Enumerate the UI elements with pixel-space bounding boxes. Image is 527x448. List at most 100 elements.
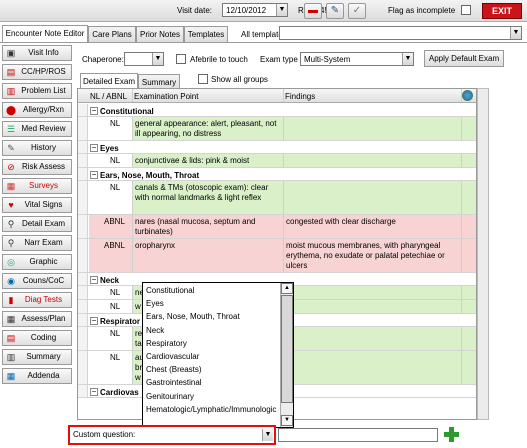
table-row[interactable]: ABNL nares (nasal mucosa, septum and turb… — [78, 215, 476, 239]
finding-cell[interactable] — [283, 351, 461, 384]
pencil-icon[interactable]: ✎ — [326, 3, 344, 19]
finding-cell[interactable] — [283, 327, 461, 350]
afebrile-checkbox[interactable] — [176, 54, 186, 64]
sidebar-item-narr-exam[interactable]: ⚲ Narr Exam — [2, 235, 72, 251]
exam-point-cell[interactable]: general appearance: alert, pleasant, not… — [132, 117, 283, 140]
dropdown-option[interactable]: Eyes — [146, 299, 164, 308]
all-templates-select[interactable] — [279, 26, 522, 40]
collapse-icon[interactable]: − — [90, 144, 98, 152]
sidebar-item-graphic[interactable]: ◎ Graphic — [2, 254, 72, 270]
finding-cell[interactable] — [283, 117, 461, 140]
section-header[interactable]: − Ears, Nose, Mouth, Throat — [78, 168, 476, 181]
tab-encounter-note-editor[interactable]: Encounter Note Editor — [2, 25, 88, 42]
finding-cell[interactable]: moist mucous membranes, with pharyngeal … — [283, 239, 461, 272]
dropdown-option[interactable]: Ears, Nose, Mouth, Throat — [146, 312, 240, 321]
dropdown-scrollbar[interactable]: ▲ ▼ — [280, 283, 293, 427]
globe-icon[interactable] — [462, 90, 473, 101]
dropdown-option[interactable]: Neck — [146, 326, 164, 335]
collapse-icon[interactable]: − — [90, 107, 98, 115]
status-cell[interactable]: NL — [89, 154, 132, 167]
status-cell[interactable]: NL — [89, 300, 132, 313]
finding-cell[interactable] — [283, 286, 461, 299]
sidebar-item-history[interactable]: ✎ History — [2, 140, 72, 156]
dropdown-option[interactable]: Constitutional — [146, 286, 194, 295]
sidebar-item-med-review[interactable]: ☰ Med Review — [2, 121, 72, 137]
finding-cell[interactable] — [283, 154, 461, 167]
status-cell[interactable]: NL — [89, 351, 132, 384]
sidebar-item-coding[interactable]: ▤ Coding — [2, 330, 72, 346]
sidebar-item-visit-info[interactable]: ▣ Visit Info — [2, 45, 72, 61]
sidebar-item-risk-assess[interactable]: ⊘ Risk Assess — [2, 159, 72, 175]
chevron-down-icon[interactable]: ▼ — [262, 429, 273, 441]
tab-prior-notes[interactable]: Prior Notes — [136, 26, 184, 42]
finding-cell[interactable] — [283, 300, 461, 313]
exam-point-cell[interactable]: canals & TMs (otoscopic exam): clear wit… — [132, 181, 283, 214]
sidebar-item-problem-list[interactable]: ▥ Problem List — [2, 83, 72, 99]
section-header[interactable]: − Eyes — [78, 141, 476, 154]
collapse-icon[interactable]: − — [90, 317, 98, 325]
sidebar-item-addenda[interactable]: ▦ Addenda — [2, 368, 72, 384]
chevron-down-icon[interactable]: ▼ — [510, 27, 521, 39]
status-cell[interactable]: NL — [89, 117, 132, 140]
scroll-up-icon[interactable]: ▲ — [281, 283, 293, 294]
dropdown-option[interactable]: Chest (Breasts) — [146, 365, 202, 374]
section-header[interactable]: − Constitutional — [78, 104, 476, 117]
collapse-icon[interactable]: − — [90, 388, 98, 396]
tab-care-plans[interactable]: Care Plans — [88, 26, 136, 42]
sidebar-item-diag-tests[interactable]: ▮ Diag Tests — [2, 292, 72, 308]
dropdown-option[interactable]: Hematologic/Lymphatic/Immunologic — [146, 405, 276, 414]
sidebar-item-allergy-rxn[interactable]: ⬤ Allergy/Rxn — [2, 102, 72, 118]
exam-type-select[interactable]: Multi-System — [300, 52, 414, 66]
sidebar-item-label: Addenda — [27, 371, 60, 380]
collapse-icon[interactable]: − — [90, 276, 98, 284]
col-nl-abnl[interactable]: NL / ABNL — [90, 92, 127, 101]
sidebar-item-cc-hp-ros[interactable]: ▤ CC/HP/ROS — [2, 64, 72, 80]
apply-default-exam-button[interactable]: Apply Default Exam — [424, 50, 504, 67]
scroll-thumb[interactable] — [281, 295, 293, 403]
sidebar-item-couns-coc[interactable]: ◉ Couns/CoC — [2, 273, 72, 289]
exam-point-cell[interactable]: oropharynx — [132, 239, 283, 272]
visit-date-label: Visit date: — [177, 6, 212, 15]
sidebar-item-surveys[interactable]: ▦ Surveys — [2, 178, 72, 194]
extra-cell — [462, 239, 476, 272]
flag-incomplete-checkbox[interactable] — [461, 5, 471, 15]
exam-point-cell[interactable]: nares (nasal mucosa, septum and turbinat… — [132, 215, 283, 238]
finding-cell[interactable]: congested with clear discharge — [283, 215, 461, 238]
add-icon[interactable] — [444, 427, 459, 442]
status-cell[interactable]: NL — [89, 181, 132, 214]
chevron-down-icon[interactable]: ▼ — [152, 53, 163, 65]
col-examination-point[interactable]: Examination Point — [134, 92, 198, 101]
table-row[interactable]: NL canals & TMs (otoscopic exam): clear w… — [78, 181, 476, 215]
dropdown-option[interactable]: Gastrointestinal — [146, 378, 202, 387]
dropdown-option[interactable]: Respiratory — [146, 339, 187, 348]
calendar-dropdown-icon[interactable]: ▼ — [276, 4, 287, 16]
minus-button[interactable]: ▬ — [304, 3, 322, 19]
collapse-icon[interactable]: − — [90, 171, 98, 179]
col-findings[interactable]: Findings — [285, 92, 315, 101]
table-row[interactable]: NL conjunctivae & lids: pink & moist — [78, 154, 476, 168]
grid-scrollbar[interactable] — [477, 88, 489, 420]
status-cell[interactable]: ABNL — [89, 239, 132, 272]
custom-question-select[interactable]: Custom question: ▼ — [68, 425, 276, 445]
chevron-down-icon[interactable]: ▼ — [402, 53, 413, 65]
dropdown-option[interactable]: Cardiovascular — [146, 352, 199, 361]
status-cell[interactable]: NL — [89, 286, 132, 299]
scroll-down-icon[interactable]: ▼ — [281, 415, 293, 426]
tab-templates[interactable]: Templates — [184, 26, 228, 42]
dropdown-option[interactable]: Genitourinary — [146, 392, 194, 401]
sidebar-item-assess-plan[interactable]: ▦ Assess/Plan — [2, 311, 72, 327]
table-row[interactable]: ABNL oropharynx moist mucous membranes, wi… — [78, 239, 476, 273]
sidebar-item-detail-exam[interactable]: ⚲ Detail Exam — [2, 216, 72, 232]
show-all-groups-checkbox[interactable] — [198, 74, 208, 84]
exam-point-cell[interactable]: conjunctivae & lids: pink & moist — [132, 154, 283, 167]
check-icon[interactable]: ✓ — [348, 3, 366, 19]
custom-question-input[interactable] — [278, 428, 438, 442]
sidebar-item-summary[interactable]: ▥ Summary — [2, 349, 72, 365]
table-row[interactable]: NL general appearance: alert, pleasant, n… — [78, 117, 476, 141]
sidebar-item-label: Summary — [26, 352, 61, 361]
exit-button[interactable]: EXIT — [482, 3, 522, 19]
sidebar-item-vital-signs[interactable]: ♥ Vital Signs — [2, 197, 72, 213]
status-cell[interactable]: ABNL — [89, 215, 132, 238]
status-cell[interactable]: NL — [89, 327, 132, 350]
finding-cell[interactable] — [283, 181, 461, 214]
